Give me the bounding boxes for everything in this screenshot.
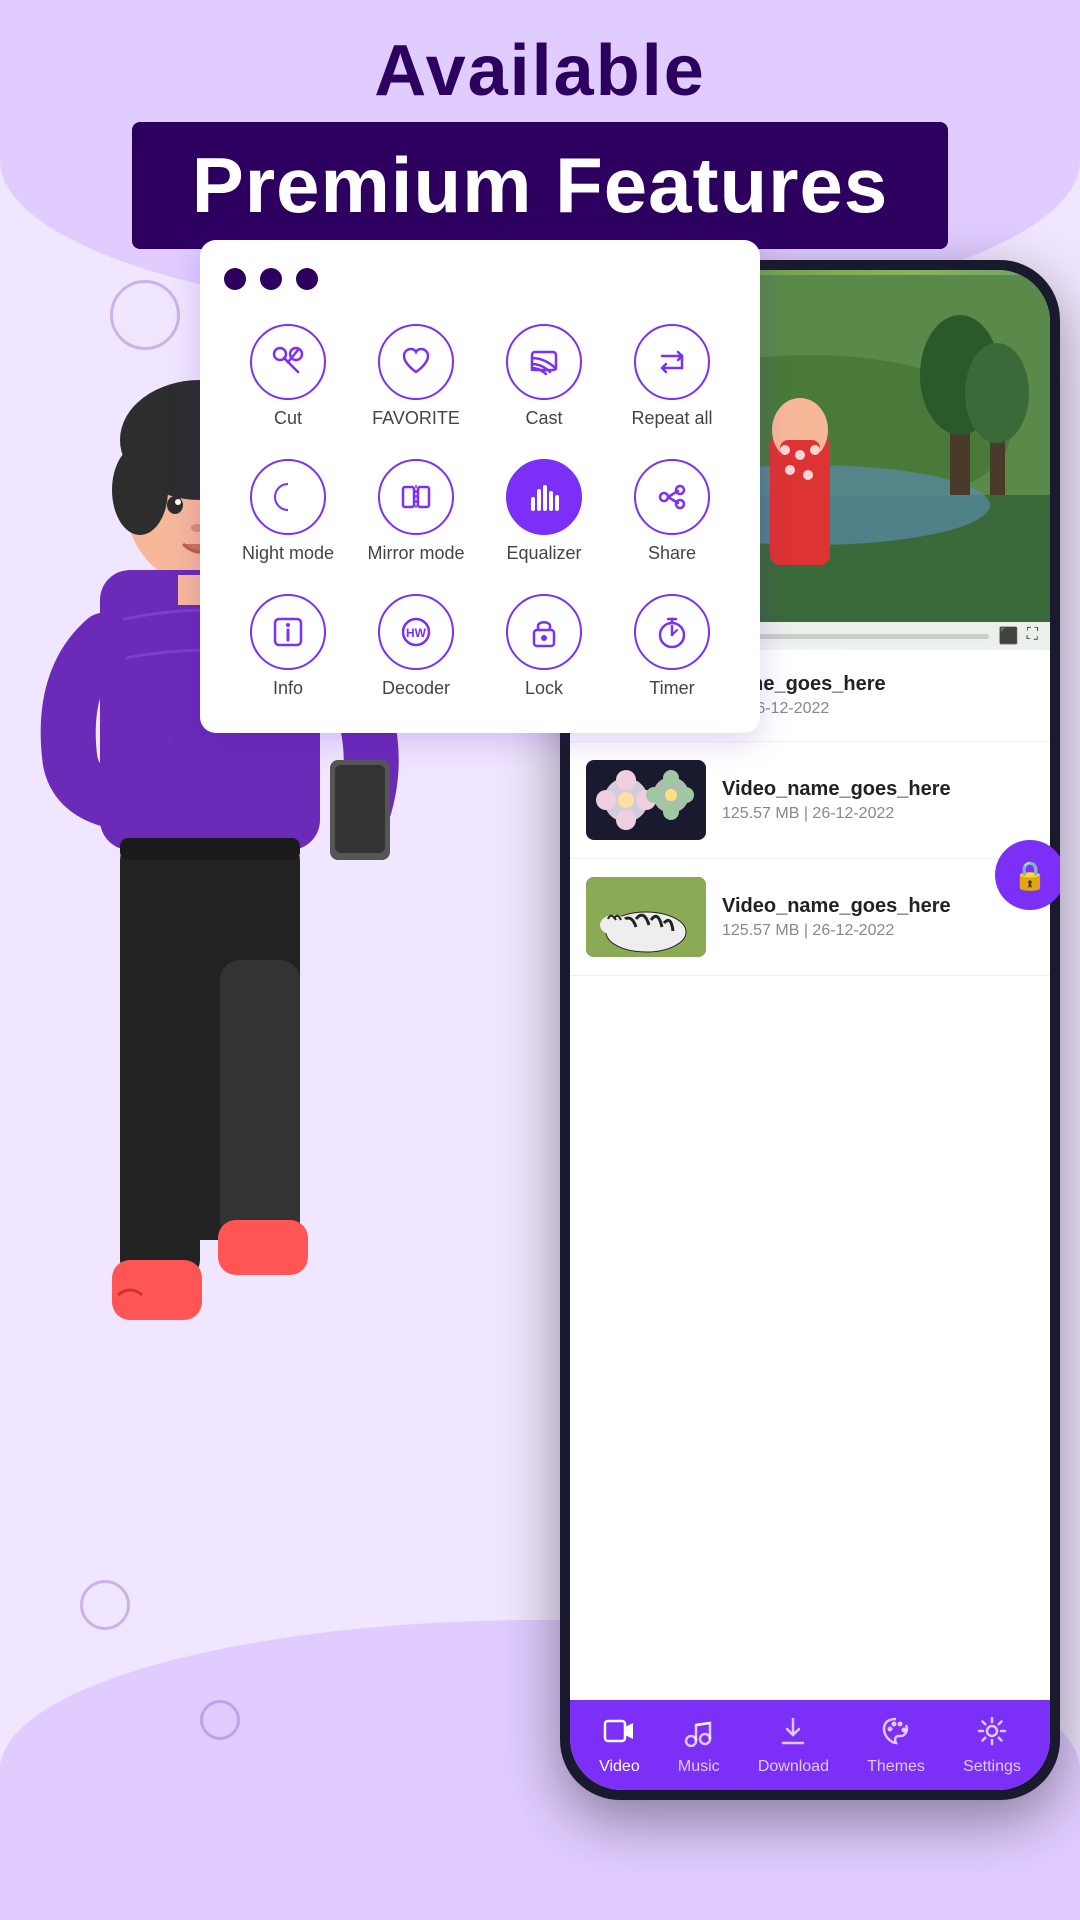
- cast-label: Cast: [525, 408, 562, 429]
- popup-grid: Cut FAVORITE Cast Repeat all Night mode: [224, 314, 736, 709]
- timer-label: Timer: [649, 678, 694, 699]
- nav-item-settings[interactable]: Settings: [963, 1715, 1021, 1776]
- popup-item-lock[interactable]: Lock: [480, 584, 608, 709]
- cut-icon-circle: [250, 324, 326, 400]
- download-nav-icon: [777, 1715, 809, 1754]
- nav-item-video[interactable]: Video: [599, 1715, 640, 1776]
- settings-nav-icon: [976, 1715, 1008, 1754]
- night-mode-icon-circle: [250, 459, 326, 535]
- info-icon-circle: [250, 594, 326, 670]
- popup-item-info[interactable]: Info: [224, 584, 352, 709]
- decoder-icon-circle: HW: [378, 594, 454, 670]
- dot-2: [260, 268, 282, 290]
- dot-1: [224, 268, 246, 290]
- decoder-label: Decoder: [382, 678, 450, 699]
- popup-item-share[interactable]: Share: [608, 449, 736, 574]
- favorite-icon-circle: [378, 324, 454, 400]
- nav-item-themes[interactable]: Themes: [867, 1715, 925, 1776]
- nav-label-music: Music: [678, 1758, 720, 1776]
- video-nav-icon: [603, 1715, 635, 1754]
- night-mode-label: Night mode: [242, 543, 334, 564]
- timer-icon-circle: [634, 594, 710, 670]
- list-item[interactable]: Video_name_goes_here 125.57 MB | 26-12-2…: [570, 859, 1050, 976]
- repeat-all-label: Repeat all: [631, 408, 712, 429]
- popup-item-cast[interactable]: Cast: [480, 314, 608, 439]
- available-title: Available: [0, 30, 1080, 112]
- info-label: Info: [273, 678, 303, 699]
- nav-label-themes: Themes: [867, 1758, 925, 1776]
- share-icon-circle: [634, 459, 710, 535]
- favorite-label: FAVORITE: [372, 408, 460, 429]
- video-title: Video_name_goes_here: [722, 895, 1034, 918]
- equalizer-icon-circle: [506, 459, 582, 535]
- music-nav-icon: [683, 1715, 715, 1754]
- mirror-mode-label: Mirror mode: [367, 543, 464, 564]
- popup-item-mirror-mode[interactable]: Mirror mode: [352, 449, 480, 574]
- lock-icon-circle: [506, 594, 582, 670]
- nav-label-download: Download: [758, 1758, 829, 1776]
- popup-item-equalizer[interactable]: Equalizer: [480, 449, 608, 574]
- video-list: Video_name_goes_here 125.57 MB | 26-12-2…: [570, 650, 1050, 1700]
- lock-label: Lock: [525, 678, 563, 699]
- equalizer-label: Equalizer: [506, 543, 581, 564]
- popup-item-cut[interactable]: Cut: [224, 314, 352, 439]
- premium-banner: Premium Features: [132, 122, 949, 249]
- cut-label: Cut: [274, 408, 302, 429]
- popup-menu-card: Cut FAVORITE Cast Repeat all Night mode: [200, 240, 760, 733]
- svg-text:HW: HW: [406, 626, 427, 640]
- popup-item-favorite[interactable]: FAVORITE: [352, 314, 480, 439]
- popup-item-timer[interactable]: Timer: [608, 584, 736, 709]
- video-info: Video_name_goes_here 125.57 MB | 26-12-2…: [722, 778, 1034, 823]
- repeat-all-icon-circle: [634, 324, 710, 400]
- bottom-nav: Video Music Download Themes: [570, 1700, 1050, 1790]
- video-thumbnail-small: [586, 877, 706, 957]
- video-title: Video_name_goes_here: [722, 778, 1034, 801]
- zebra-thumb: [586, 877, 706, 957]
- header: Available Premium Features: [0, 30, 1080, 249]
- flowers-thumb: [586, 760, 706, 840]
- nav-label-settings: Settings: [963, 1758, 1021, 1776]
- video-thumbnail-small: [586, 760, 706, 840]
- popup-item-repeat-all[interactable]: Repeat all: [608, 314, 736, 439]
- popup-item-decoder[interactable]: HW Decoder: [352, 584, 480, 709]
- nav-label-video: Video: [599, 1758, 640, 1776]
- deco-circle-3: [200, 1700, 240, 1740]
- premium-title: Premium Features: [192, 141, 889, 229]
- video-info: Video_name_goes_here 125.57 MB | 26-12-2…: [722, 895, 1034, 940]
- share-label: Share: [648, 543, 696, 564]
- video-meta: 125.57 MB | 26-12-2022: [722, 805, 1034, 823]
- themes-nav-icon: [880, 1715, 912, 1754]
- popup-item-night-mode[interactable]: Night mode: [224, 449, 352, 574]
- cast-icon-circle: [506, 324, 582, 400]
- deco-circle-2: [80, 1580, 130, 1630]
- side-lock-button[interactable]: 🔒: [995, 840, 1060, 910]
- dot-3: [296, 268, 318, 290]
- video-meta: 125.57 MB | 26-12-2022: [722, 922, 1034, 940]
- video-controls: ⬛ ⛶: [999, 626, 1038, 646]
- nav-item-download[interactable]: Download: [758, 1715, 829, 1776]
- popup-dots: [224, 268, 736, 290]
- nav-item-music[interactable]: Music: [678, 1715, 720, 1776]
- list-item[interactable]: Video_name_goes_here 125.57 MB | 26-12-2…: [570, 742, 1050, 859]
- mirror-mode-icon-circle: [378, 459, 454, 535]
